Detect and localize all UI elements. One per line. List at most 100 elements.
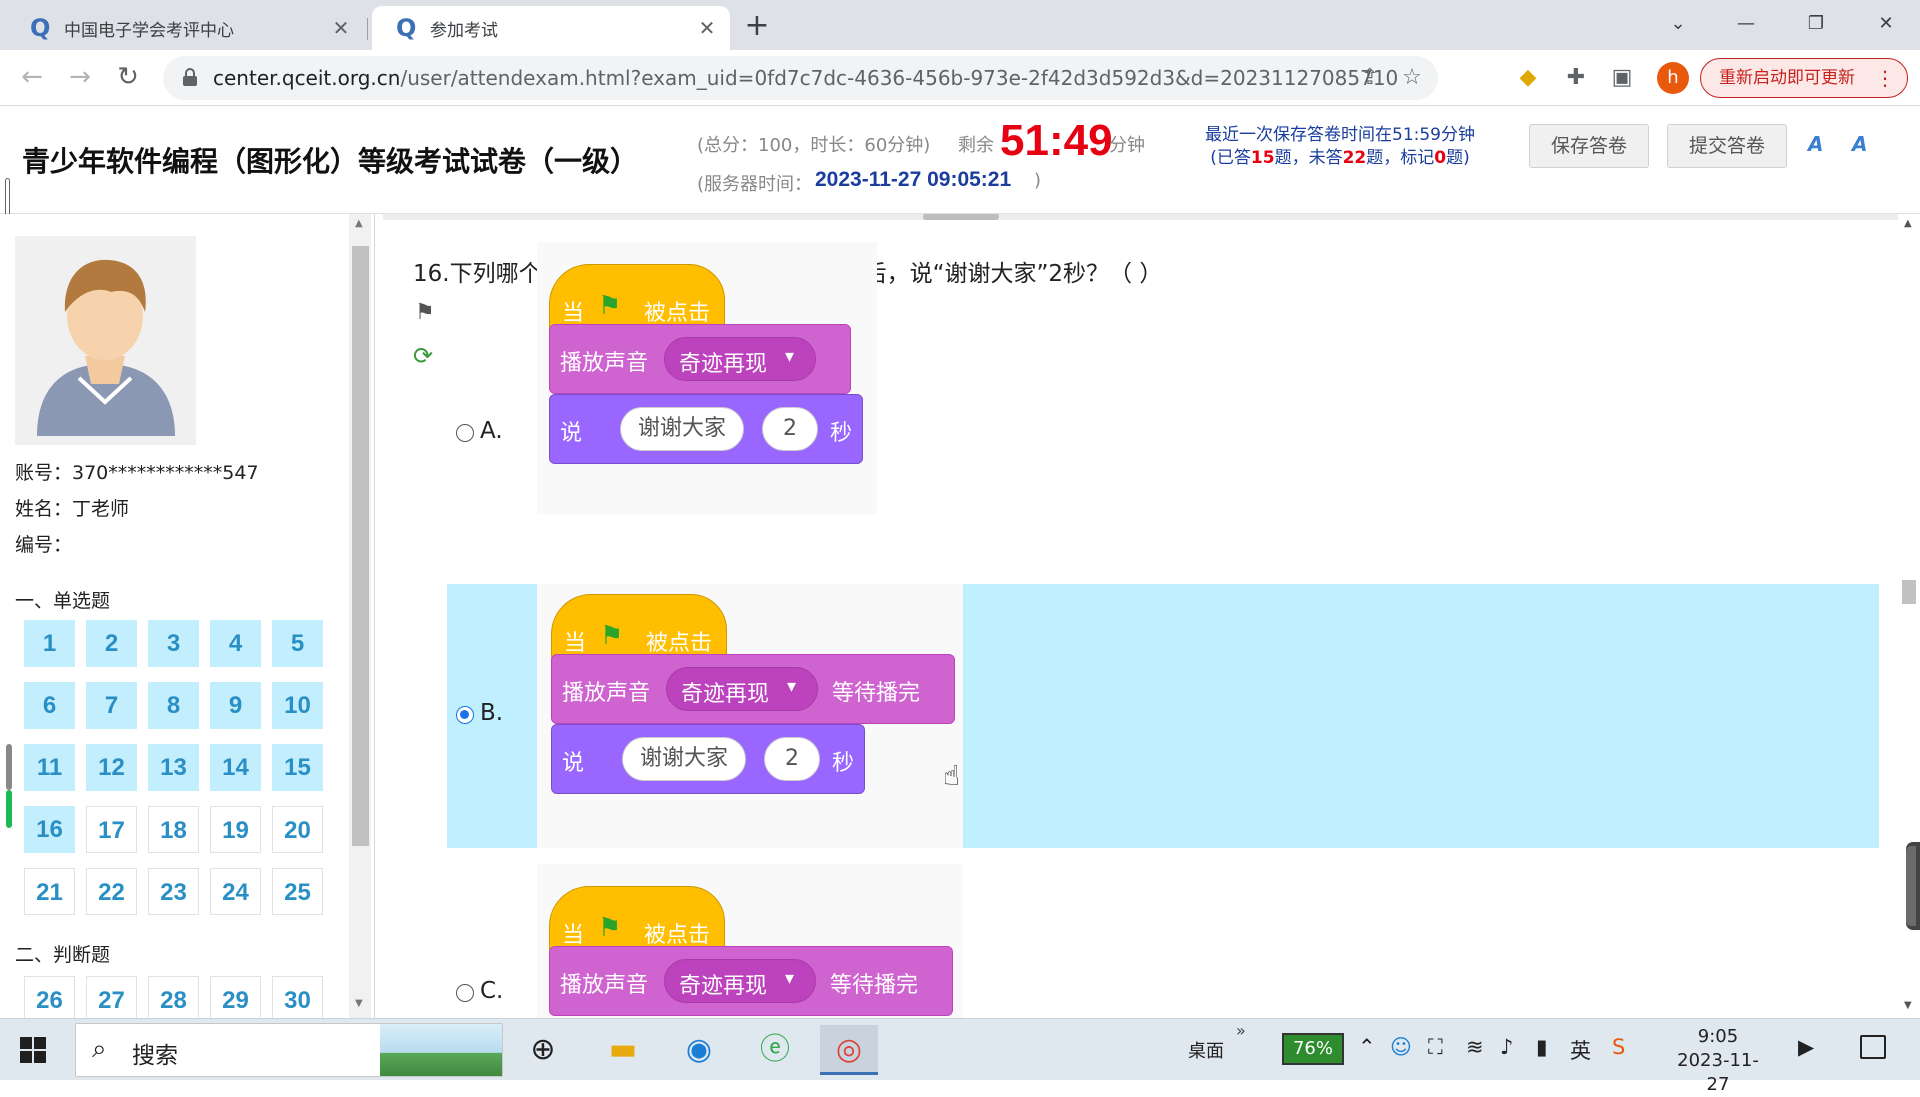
question-nav-button[interactable]: 11 (24, 744, 75, 791)
hand-cursor-icon: ☝ (943, 759, 961, 792)
question-nav-button[interactable]: 1 (24, 620, 75, 667)
question-nav-button[interactable]: 29 (210, 976, 261, 1023)
back-arrow-icon[interactable]: ← (14, 60, 50, 96)
close-window-button[interactable]: ✕ (1856, 6, 1916, 42)
when-flag-clicked-block: 当 ⚑ 被点击 (549, 886, 725, 954)
close-tab-icon[interactable]: ✕ (326, 16, 356, 40)
tab-search-icon[interactable]: ⌄ (1648, 6, 1708, 42)
lock-icon[interactable] (183, 68, 197, 86)
ie-browser-icon[interactable]: ⓔ (746, 1025, 804, 1075)
sogou-ime-icon[interactable]: S (1612, 1035, 1625, 1059)
save-answers-button[interactable]: 保存答卷 (1529, 124, 1649, 168)
question-nav-button[interactable]: 7 (86, 682, 137, 729)
extension-shield-icon[interactable]: ◆ (1512, 62, 1544, 94)
new-tab-button[interactable]: + (740, 10, 774, 44)
question-nav-button[interactable]: 27 (86, 976, 137, 1023)
chrome-taskbar-icon[interactable]: ◎ (820, 1025, 878, 1075)
battery-indicator[interactable]: 76% (1282, 1033, 1344, 1065)
scroll-down-arrow-icon[interactable]: ▼ (1904, 1000, 1912, 1011)
question-nav-button[interactable]: 8 (148, 682, 199, 729)
refresh-icon[interactable]: ⟳ (413, 342, 433, 370)
question-nav-button[interactable]: 10 (272, 682, 323, 729)
side-panel-icon[interactable]: ▣ (1606, 62, 1638, 94)
browser-toolbar: ← → ↻ center.qceit.org.cn/user/attendexa… (0, 50, 1920, 106)
question-nav-button[interactable]: 15 (272, 744, 323, 791)
question-nav-button[interactable]: 9 (210, 682, 261, 729)
question-nav-button[interactable]: 25 (272, 868, 323, 915)
question-nav-button[interactable]: 28 (148, 976, 199, 1023)
scroll-down-arrow-icon[interactable]: ▼ (355, 998, 363, 1009)
task-view-icon[interactable]: ⊕ (514, 1025, 572, 1075)
update-restart-button[interactable]: 重新启动即可更新 ⋮ (1700, 58, 1908, 98)
question-nav-button[interactable]: 24 (210, 868, 261, 915)
tray-app-icon[interactable]: ☺ (1390, 1035, 1412, 1059)
submit-answers-button[interactable]: 提交答卷 (1667, 124, 1787, 168)
browser-tab-exam-active[interactable]: Q 参加考试 ✕ (372, 6, 730, 50)
restore-button[interactable]: ❐ (1786, 6, 1846, 42)
question-nav-button[interactable]: 4 (210, 620, 261, 667)
chrome-menu-icon[interactable]: ⋮ (1875, 59, 1895, 97)
question-nav-button[interactable]: 12 (86, 744, 137, 791)
splitter-grip[interactable] (923, 214, 999, 220)
share-icon[interactable]: ⇪ (1356, 64, 1384, 92)
question-nav-button[interactable]: 5 (272, 620, 323, 667)
sound-dropdown: 奇迹再现 ▾ (664, 959, 816, 1003)
font-increase-icon[interactable]: A (1808, 132, 1823, 156)
forward-arrow-icon[interactable]: → (62, 60, 98, 96)
question-nav-button[interactable]: 18 (148, 806, 199, 853)
bookmark-star-icon[interactable]: ☆ (1398, 64, 1426, 92)
volume-icon[interactable]: ♪ (1500, 1035, 1513, 1059)
question-nav-button[interactable]: 6 (24, 682, 75, 729)
option-a-label: A. (480, 418, 503, 444)
font-decrease-icon[interactable]: A (1852, 132, 1867, 156)
main-scroll-thumb[interactable] (1902, 580, 1916, 604)
extensions-puzzle-icon[interactable]: ✚ (1560, 62, 1592, 94)
question-nav-button[interactable]: 26 (24, 976, 75, 1023)
browser-tab-qceit[interactable]: Q 中国电子学会考评中心 ✕ (6, 6, 364, 50)
option-b-radio[interactable] (456, 706, 474, 724)
taskbar-clock[interactable]: 9:05 2023-11-27 (1668, 1025, 1768, 1097)
option-a-radio[interactable] (456, 424, 474, 442)
sidebar-scrollbar[interactable]: ▲ ▼ (349, 214, 371, 1018)
edge-browser-icon[interactable]: ◉ (670, 1025, 728, 1075)
when-flag-clicked-block: 当 ⚑ 被点击 (551, 594, 727, 662)
question-nav-button[interactable]: 20 (272, 806, 323, 853)
taskbar-search-box[interactable]: ⌕ 搜索 (75, 1023, 503, 1077)
option-c-radio[interactable] (456, 984, 474, 1002)
question-nav-button[interactable]: 30 (272, 976, 323, 1023)
question-nav-button[interactable]: 16 (24, 806, 75, 853)
server-time-label: (服务器时间： (697, 174, 813, 195)
question-nav-button[interactable]: 23 (148, 868, 199, 915)
toolbar-chevron-icon[interactable]: » (1236, 1021, 1246, 1040)
scroll-up-arrow-icon[interactable]: ▲ (1904, 218, 1912, 229)
unanswered-count: 22 (1342, 148, 1367, 168)
file-explorer-icon[interactable]: ▬ (594, 1025, 652, 1075)
notification-icon[interactable] (1860, 1035, 1886, 1059)
desktop-toolbar-label[interactable]: 桌面 (1188, 1037, 1224, 1063)
close-tab-icon[interactable]: ✕ (692, 16, 722, 40)
windows-start-icon[interactable] (20, 1037, 46, 1063)
media-icon[interactable]: ▶ (1798, 1035, 1814, 1059)
wifi-icon[interactable]: ≋ (1466, 1035, 1484, 1059)
profile-avatar[interactable]: h (1657, 62, 1689, 94)
url-text[interactable]: center.qceit.org.cn/user/attendexam.html… (213, 66, 1398, 90)
sidebar-scroll-thumb[interactable] (352, 246, 369, 846)
question-nav-button[interactable]: 21 (24, 868, 75, 915)
question-nav-button[interactable]: 17 (86, 806, 137, 853)
question-nav-button[interactable]: 19 (210, 806, 261, 853)
question-nav-button[interactable]: 2 (86, 620, 137, 667)
address-bar[interactable]: center.qceit.org.cn/user/attendexam.html… (163, 56, 1438, 100)
question-nav-button[interactable]: 14 (210, 744, 261, 791)
reload-icon[interactable]: ↻ (110, 60, 146, 96)
scroll-up-arrow-icon[interactable]: ▲ (355, 218, 363, 229)
ime-indicator[interactable]: 英 (1570, 1035, 1591, 1065)
mark-flag-icon[interactable]: ⚑ (415, 300, 435, 325)
show-hidden-icons-icon[interactable]: ⌃ (1358, 1035, 1376, 1059)
screen-icon[interactable]: ⛶ (1428, 1035, 1443, 1060)
question-nav-button[interactable]: 22 (86, 868, 137, 915)
section-single-choice: 一、单选题 (15, 590, 111, 612)
question-nav-button[interactable]: 13 (148, 744, 199, 791)
microphone-icon[interactable]: ▮ (1536, 1035, 1548, 1059)
question-nav-button[interactable]: 3 (148, 620, 199, 667)
minimize-button[interactable]: — (1716, 6, 1776, 42)
